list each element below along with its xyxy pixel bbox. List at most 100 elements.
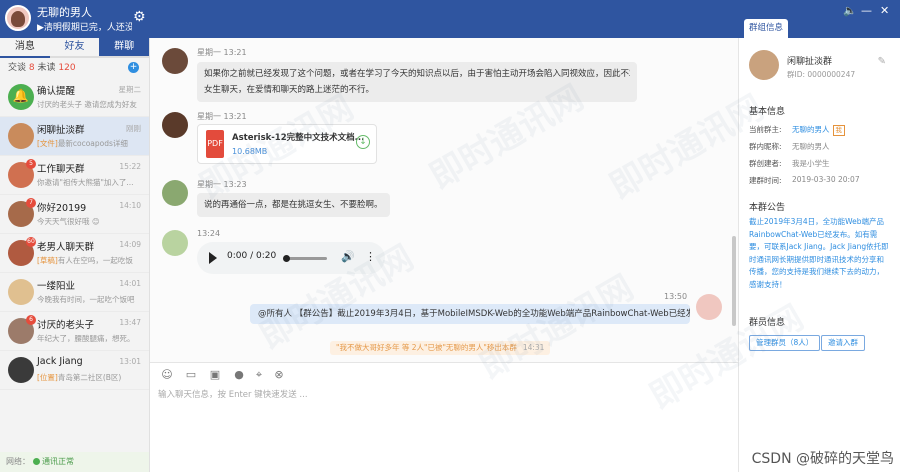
conversation-name: 一缕阳业 (37, 281, 76, 292)
message-meta: 星期一 13:23 (197, 180, 247, 189)
message-area[interactable]: 星期一 13:21 如果你之前就已经发现了这个问题，或者在学习了今天的知识点以后… (150, 38, 738, 362)
creator-row: 群创建者: 我是小学生 (749, 158, 830, 169)
message-text-line: 女生聊天，在爱情和聊天的路上迷茫的不行。 (204, 85, 375, 95)
conversation-list: 🔔 确认提醒 星期二 讨厌的老头子 邀请您成为好友 闲聊扯淡群 刚刚 [文件]最新cocoa… (0, 78, 149, 390)
conversation-name: 闲聊扯淡群 (37, 125, 85, 136)
status-dot-icon (33, 458, 40, 465)
volume-icon[interactable]: 🔊 (341, 250, 355, 263)
message-meta: 星期一 13:21 (197, 48, 247, 57)
nickname-value[interactable]: 无聊的男人 (792, 141, 830, 152)
notice-time: 14:31 (522, 343, 545, 352)
group-info-panel: 闲聊扯淡群 群ID: 0000000247 ✎ 基本信息 当前群主: 无聊的男人我… (738, 38, 900, 472)
download-icon[interactable]: ↓ (356, 135, 370, 149)
more-options-icon[interactable]: ⋮ (365, 250, 376, 263)
message-bubble: 说的再通俗一点，都是在挑逗女生、不要脸啊。 (197, 193, 390, 217)
input-toolbar: ☺ ▭ ▣ ● ⌖ ⊗ (150, 362, 738, 386)
list-item[interactable]: 60 老男人聊天群 14:09 [草稿]有人在空吗，一起吃饭 (0, 234, 149, 273)
my-name: 无聊的男人 (37, 6, 92, 19)
my-avatar[interactable] (5, 5, 31, 31)
file-size: 10.68MB (232, 147, 268, 156)
manage-members-button[interactable]: 管理群员（8人） (749, 335, 821, 351)
created-value: 2019-03-30 20:07 (792, 175, 860, 184)
unread-badge: 7 (26, 198, 36, 208)
audio-progress-slider[interactable] (283, 255, 327, 262)
message-scrollbar[interactable] (732, 236, 736, 326)
conversation-time: 13:47 (119, 318, 141, 327)
conversation-preview: 讨厌的老头子 邀请您成为好友 (37, 99, 142, 110)
play-icon[interactable] (209, 252, 217, 264)
network-status: 网络： 通讯正常 (0, 452, 149, 472)
conversation-time: 星期二 (118, 85, 142, 94)
preview-tag: [文件] (37, 139, 58, 148)
csdn-credit: CSDN @破碎的天堂鸟 (751, 451, 894, 467)
list-item[interactable]: 一缕阳业 14:01 今晚我有时间，一起吃个饭吧 (0, 273, 149, 312)
me-tag: 我 (832, 125, 845, 136)
conversation-counts: 交谈 8 未读 120 + (0, 58, 149, 78)
invite-button[interactable]: 邀请入群 (821, 335, 865, 351)
conversation-time: 15:22 (119, 162, 141, 171)
image-icon[interactable]: ▣ (208, 368, 222, 382)
avatar[interactable] (162, 180, 188, 206)
owner-label: 当前群主: (749, 125, 782, 134)
preview-tag: [位置] (37, 373, 58, 382)
chat-input[interactable]: 输入聊天信息，按 Enter 键快速发送 ... (158, 388, 308, 400)
tab-groups[interactable]: 群聊 (99, 38, 150, 58)
preview-tag: [草稿] (37, 256, 58, 265)
gear-icon[interactable]: ⚙ (133, 9, 146, 25)
owner-name: 无聊的男人 (792, 125, 830, 134)
contact-icon[interactable]: ● (232, 368, 246, 382)
audio-player[interactable]: 0:00 / 0:20 🔊 ⋮ (197, 242, 385, 274)
created-label: 建群时间: (749, 176, 782, 185)
list-item[interactable]: 7 你好20199 14:10 今天天气很好哦 😊 (0, 195, 149, 234)
message-text-line: 如果你之前就已经发现了这个问题，或者在学习了今天的知识点以后，由于害怕主动开场会… (204, 69, 630, 79)
my-signature[interactable]: ▶清明假期已完，人还没有... (37, 20, 132, 33)
unread-badge: 6 (26, 315, 36, 325)
close-icon[interactable]: ✕ (880, 4, 889, 17)
tab-group-info[interactable]: 群组信息 (744, 19, 788, 38)
list-item[interactable]: 闲聊扯淡群 刚刚 [文件]最新cocoapods详细 (0, 117, 149, 156)
conversation-preview: 你邀请"祖传大熊猫"加入了... (37, 177, 142, 188)
conversation-preview: 年纪大了，腰酸腿痛，想死。 (37, 333, 142, 344)
clear-icon[interactable]: ⊗ (272, 368, 286, 382)
sessions-count: 8 (28, 63, 35, 73)
conversation-time: 14:01 (119, 279, 141, 288)
sound-icon[interactable]: 🔈 (843, 4, 857, 17)
list-item[interactable]: Jack Jiang 13:01 [位置]青岛第二社区(B区) (0, 351, 149, 390)
conversation-preview: [文件]最新cocoapods详细 (37, 138, 142, 149)
conversation-preview: [位置]青岛第二社区(B区) (37, 372, 142, 383)
message-meta: 星期一 13:21 (197, 112, 247, 121)
unread-label: 未读 (37, 63, 56, 73)
conversation-time: 刚刚 (126, 124, 141, 133)
file-name: Asterisk-12完整中文技术文档... (232, 133, 365, 143)
tab-friends[interactable]: 好友 (49, 38, 100, 58)
conversation-panel: 消息 好友 群聊 交谈 8 未读 120 + 🔔 确认提醒 星期二 讨厌的老头子 邀请… (0, 38, 150, 472)
message-bubble: 如果你之前就已经发现了这个问题，或者在学习了今天的知识点以后，由于害怕主动开场会… (197, 62, 637, 102)
list-item[interactable]: 6 讨厌的老头子 13:47 年纪大了，腰酸腿痛，想死。 (0, 312, 149, 351)
tab-messages[interactable]: 消息 (0, 38, 50, 58)
minimize-icon[interactable]: — (861, 4, 872, 17)
add-icon[interactable]: + (128, 62, 139, 73)
sessions-label: 交谈 (8, 63, 27, 73)
conversation-name: 老男人聊天群 (37, 242, 95, 253)
list-item[interactable]: 5 工作聊天群 15:22 你邀请"祖传大熊猫"加入了... (0, 156, 149, 195)
conversation-preview: 今天天气很好哦 😊 (37, 216, 142, 227)
emoji-icon[interactable]: ☺ (160, 368, 174, 382)
avatar[interactable] (162, 48, 188, 74)
im-app-window: 无聊的男人 ▶清明假期已完，人还没有... ⚙ 🔈 — ✕ 群组信息 消息 好友… (0, 0, 900, 472)
folder-icon[interactable]: ▭ (184, 368, 198, 382)
list-item[interactable]: 🔔 确认提醒 星期二 讨厌的老头子 邀请您成为好友 (0, 78, 149, 117)
conversation-preview: [草稿]有人在空吗，一起吃饭 (37, 255, 142, 266)
message-meta: 13:24 (197, 229, 221, 238)
group-avatar (749, 50, 779, 80)
avatar[interactable] (162, 112, 188, 138)
avatar[interactable] (162, 230, 188, 256)
location-icon[interactable]: ⌖ (252, 368, 266, 382)
edit-icon[interactable]: ✎ (878, 56, 886, 67)
my-message-avatar[interactable] (696, 294, 722, 320)
preview-text: 有人在空吗，一起吃饭 (57, 256, 133, 265)
system-notice: "我不做大哥好多年 等 2人"已被"无聊的男人"移出本群 14:31 (330, 341, 551, 355)
conversation-name: 确认提醒 (37, 86, 76, 97)
conversation-name: 工作聊天群 (37, 164, 85, 175)
file-message[interactable]: PDF Asterisk-12完整中文技术文档... 10.68MB ↓ (197, 124, 377, 164)
message-text: 说的再通俗一点，都是在挑逗女生、不要脸啊。 (204, 200, 383, 210)
